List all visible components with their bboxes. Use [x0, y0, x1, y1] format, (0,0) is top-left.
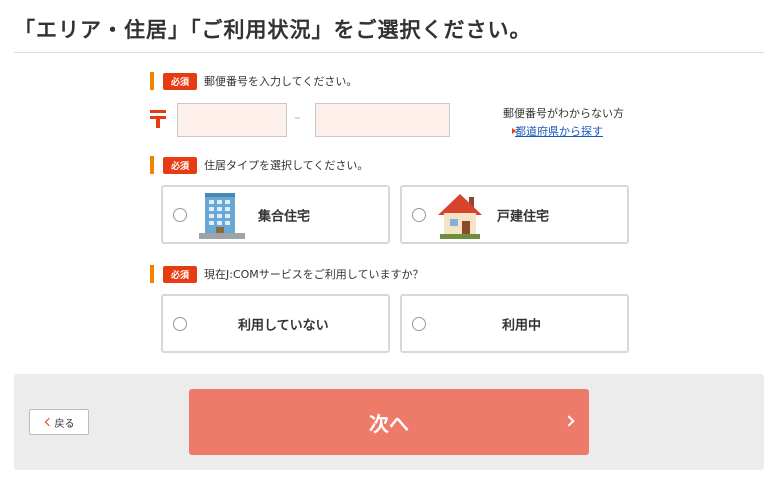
usage-option-not-using[interactable]: 利用していない	[161, 294, 390, 353]
required-badge: 必須	[163, 72, 197, 90]
postal-code-first-input[interactable]	[177, 103, 287, 137]
apartment-radio[interactable]	[173, 207, 187, 222]
postal-code-dash: –	[294, 110, 301, 126]
not-using-radio[interactable]	[173, 316, 187, 331]
usage-option-using[interactable]: 利用中	[400, 294, 629, 353]
using-label: 利用中	[502, 318, 542, 333]
back-button[interactable]: 戻る	[29, 409, 89, 435]
housing-label: 住居タイプを選択してください。	[204, 159, 369, 172]
required-badge: 必須	[163, 265, 197, 283]
next-button[interactable]: 次へ	[189, 389, 589, 455]
house-label: 戸建住宅	[497, 209, 550, 224]
postal-code-second-input[interactable]	[315, 103, 450, 137]
find-by-prefecture-link[interactable]: 都道府県から探す	[515, 123, 603, 139]
using-radio[interactable]	[412, 316, 426, 331]
postal-label: 郵便番号を入力してください。	[204, 75, 358, 88]
detached-house-icon	[438, 194, 482, 239]
section-marker	[150, 72, 154, 90]
back-label: 戻る	[54, 418, 75, 430]
postal-mark-icon	[150, 110, 166, 128]
not-using-label: 利用していない	[238, 318, 329, 333]
usage-section-label: 必須 現在J:COMサービスをご利用していますか？	[150, 265, 423, 283]
apartment-building-icon	[199, 193, 245, 239]
section-marker	[150, 156, 154, 174]
housing-option-apartment[interactable]: 集合住宅	[161, 185, 390, 244]
chevron-left-icon	[44, 417, 53, 427]
section-marker	[150, 265, 154, 283]
usage-label: 現在J:COMサービスをご利用していますか？	[204, 268, 424, 281]
housing-section-label: 必須 住居タイプを選択してください。	[150, 156, 368, 174]
next-label: 次へ	[369, 411, 409, 436]
postal-help-text: 郵便番号がわからない方	[503, 107, 624, 120]
required-badge: 必須	[163, 156, 197, 174]
housing-option-house[interactable]: 戸建住宅	[400, 185, 629, 244]
title-divider	[14, 52, 764, 53]
chevron-right-icon	[563, 415, 575, 427]
page-title: 「エリア・住居」「ご利用状況」をご選択ください。	[14, 18, 532, 42]
apartment-label: 集合住宅	[258, 209, 311, 224]
house-radio[interactable]	[412, 207, 426, 222]
postal-section-label: 必須 郵便番号を入力してください。	[150, 72, 357, 90]
